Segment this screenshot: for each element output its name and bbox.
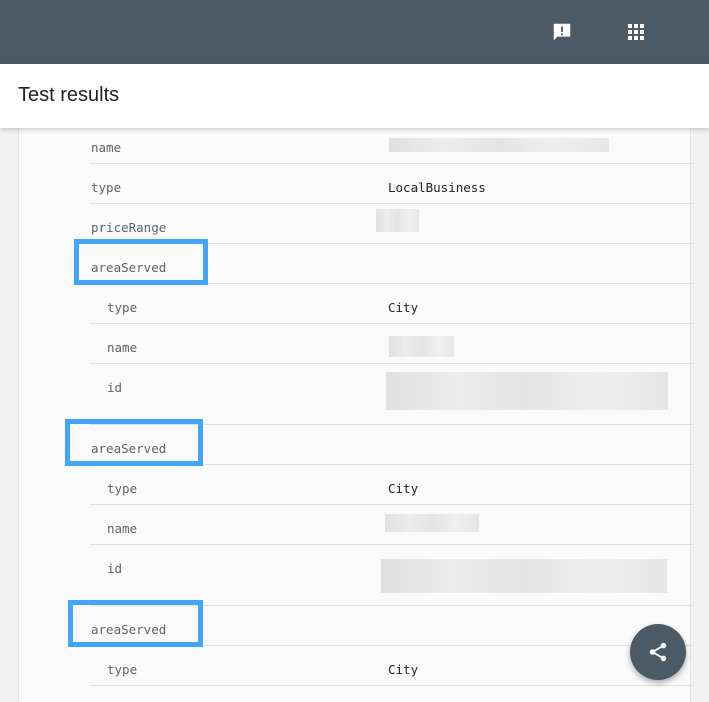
property-value: City — [388, 300, 419, 315]
apps-grid-icon[interactable] — [620, 16, 652, 48]
property-value: LocalBusiness — [388, 180, 486, 195]
property-key: type — [107, 300, 138, 315]
property-row: id — [90, 364, 694, 425]
property-row: type LocalBusiness — [90, 164, 694, 204]
property-row: name — [90, 324, 694, 364]
redacted-value — [376, 209, 419, 232]
property-key: name — [91, 140, 122, 155]
property-key: name — [107, 340, 138, 355]
property-key: id — [107, 561, 123, 576]
redacted-value — [381, 559, 667, 593]
redacted-value — [389, 336, 454, 357]
highlight-box — [74, 239, 208, 285]
property-key: type — [107, 662, 138, 677]
property-key: id — [107, 380, 123, 395]
property-row: type City — [90, 465, 694, 505]
property-row: type City — [90, 646, 694, 686]
redacted-value — [386, 372, 668, 410]
property-value: City — [388, 481, 419, 496]
highlight-box — [65, 419, 203, 466]
page-title: Test results — [18, 84, 120, 106]
app-header — [0, 0, 709, 64]
highlight-box — [68, 600, 203, 647]
property-key: priceRange — [91, 220, 167, 235]
redacted-value — [385, 514, 479, 532]
property-row: name — [90, 505, 694, 545]
share-button[interactable] — [630, 624, 686, 680]
property-key: type — [91, 180, 122, 195]
title-bar: Test results — [0, 64, 709, 128]
property-key: type — [107, 481, 138, 496]
property-row: name — [90, 124, 694, 164]
redacted-value — [389, 138, 609, 152]
property-row: id — [90, 545, 694, 606]
property-value: City — [388, 662, 419, 677]
property-key: name — [107, 521, 138, 536]
property-row: type City — [90, 284, 694, 324]
feedback-icon[interactable] — [546, 16, 578, 48]
property-row: priceRange — [90, 204, 694, 244]
share-icon — [649, 642, 667, 662]
